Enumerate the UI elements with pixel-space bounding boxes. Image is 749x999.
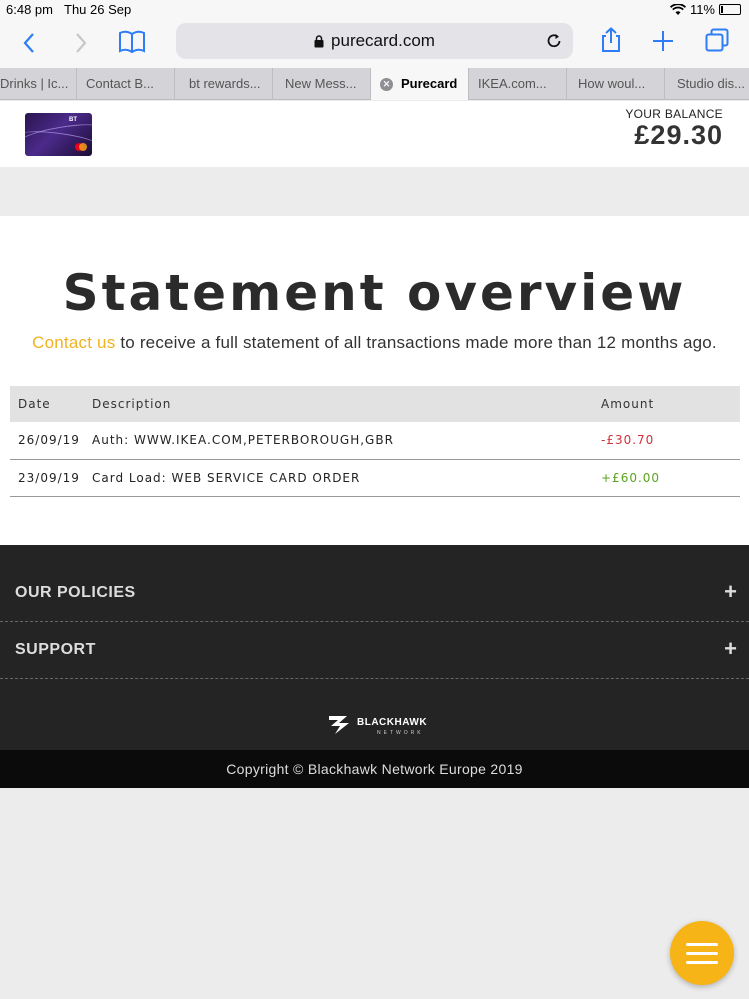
close-tab-icon[interactable]: ✕ xyxy=(380,77,393,91)
intro-body: to receive a full statement of all trans… xyxy=(115,333,717,352)
page-title: Statement overview xyxy=(62,264,687,322)
tab-label: How woul... xyxy=(578,76,646,91)
battery-percent: 11% xyxy=(689,2,715,17)
reload-icon[interactable] xyxy=(545,32,563,50)
mastercard-icon xyxy=(75,143,87,151)
tab-label: Studio dis... xyxy=(677,76,745,91)
row-amount: +£60.00 xyxy=(601,459,740,497)
copyright-text: Copyright © Blackhawk Network Europe 201… xyxy=(226,761,523,777)
tab-label: Purecard xyxy=(401,76,458,91)
bookmarks-icon[interactable] xyxy=(118,30,146,54)
tab-contact[interactable]: Contact B... xyxy=(77,68,175,100)
menu-button[interactable] xyxy=(670,921,734,985)
tab-purecard[interactable]: ✕ Purecard xyxy=(371,68,469,100)
tab-label: bt rewards... xyxy=(189,76,261,91)
plus-icon[interactable]: + xyxy=(724,579,737,605)
header-amount: Amount xyxy=(601,386,740,422)
forward-icon[interactable] xyxy=(74,32,88,54)
accordion-label: SUPPORT xyxy=(15,641,96,658)
url-bar[interactable]: purecard.com xyxy=(176,23,573,59)
header-description: Description xyxy=(92,386,601,422)
url-text: purecard.com xyxy=(331,31,435,50)
row-date: 23/09/19 xyxy=(10,459,92,497)
table-row: 23/09/19 Card Load: WEB SERVICE CARD ORD… xyxy=(10,459,740,497)
back-icon[interactable] xyxy=(22,32,36,54)
page-header: BT YOUR BALANCE £29.30 xyxy=(0,101,749,167)
footer: OUR POLICIES + SUPPORT + BLACKHAWK NETWO… xyxy=(0,545,749,750)
row-description: Auth: WWW.IKEA.COM,PETERBOROUGH,GBR xyxy=(92,422,601,460)
browser-toolbar: purecard.com xyxy=(0,20,749,68)
copyright-bar: Copyright © Blackhawk Network Europe 201… xyxy=(0,750,749,788)
balance-label: YOUR BALANCE xyxy=(625,107,723,121)
row-date: 26/09/19 xyxy=(10,422,92,460)
new-tab-icon[interactable] xyxy=(652,30,674,52)
status-indicators: 11% xyxy=(669,2,741,17)
tab-ikea[interactable]: IKEA.com... xyxy=(469,68,567,100)
table-header-row: Date Description Amount xyxy=(10,386,740,422)
header-date: Date xyxy=(10,386,92,422)
logo-sub: NETWORK xyxy=(377,730,424,736)
balance-value: £29.30 xyxy=(634,120,723,150)
accordion-our-policies[interactable]: OUR POLICIES + xyxy=(0,565,749,622)
card-image: BT xyxy=(25,113,92,156)
plus-icon[interactable]: + xyxy=(724,636,737,662)
status-time: 6:48 pm xyxy=(6,2,53,17)
table-row: 26/09/19 Auth: WWW.IKEA.COM,PETERBOROUGH… xyxy=(10,422,740,460)
lock-icon xyxy=(314,34,324,47)
tab-drinks[interactable]: Drinks | Ic... xyxy=(0,68,77,100)
card-brand: BT xyxy=(69,117,77,123)
tab-label: IKEA.com... xyxy=(478,76,547,91)
blackhawk-bird-icon xyxy=(329,716,349,734)
share-icon[interactable] xyxy=(600,27,622,53)
header-spacer xyxy=(0,167,749,216)
logo-text: BLACKHAWK xyxy=(357,717,428,728)
battery-icon xyxy=(719,4,741,15)
menu-icon xyxy=(686,942,718,946)
tab-bt-rewards[interactable]: bt rewards... xyxy=(175,68,273,100)
tab-label: New Mess... xyxy=(285,76,357,91)
statement-table: Date Description Amount 26/09/19 Auth: W… xyxy=(10,386,740,497)
row-description: Card Load: WEB SERVICE CARD ORDER xyxy=(92,459,601,497)
tab-label: Contact B... xyxy=(86,76,154,91)
tab-new-message[interactable]: New Mess... xyxy=(273,68,371,100)
blackhawk-logo: BLACKHAWK NETWORK xyxy=(327,712,427,736)
intro-text: Contact us to receive a full statement o… xyxy=(0,333,749,353)
tabs-icon[interactable] xyxy=(705,28,729,52)
tab-studio[interactable]: Studio dis... xyxy=(665,68,749,100)
accordion-label: OUR POLICIES xyxy=(15,584,136,601)
tab-bar: Drinks | Ic... Contact B... bt rewards..… xyxy=(0,68,749,100)
contact-us-link[interactable]: Contact us xyxy=(32,333,115,352)
wifi-icon xyxy=(669,3,686,15)
row-amount: -£30.70 xyxy=(601,422,740,460)
tab-how-would[interactable]: How woul... xyxy=(567,68,665,100)
statement-section: Statement overview Contact us to receive… xyxy=(0,216,749,545)
status-bar: 6:48 pm Thu 26 Sep 11% xyxy=(0,0,749,20)
tab-label: Drinks | Ic... xyxy=(0,76,69,91)
status-date: Thu 26 Sep xyxy=(64,2,132,17)
accordion-support[interactable]: SUPPORT + xyxy=(0,622,749,679)
